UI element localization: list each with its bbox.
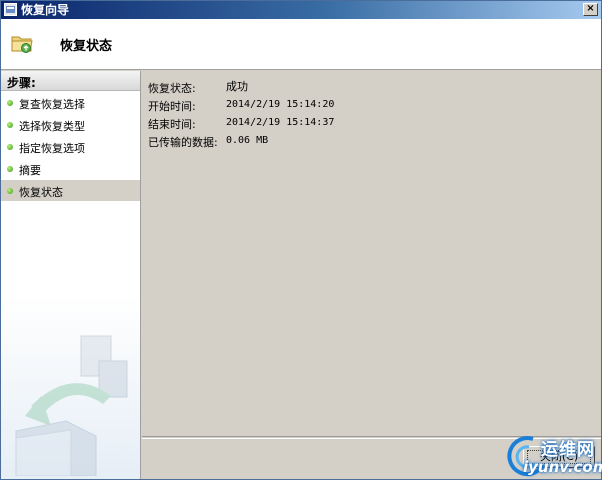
step-label: 复查恢复选择 [19, 98, 85, 111]
detail-key: 结束时间: [148, 118, 196, 131]
detail-value: 2014/2/19 15:14:37 [226, 117, 335, 128]
close-icon: × [586, 3, 595, 14]
folder-restore-icon [11, 36, 33, 53]
step-item-summary[interactable]: 摘要 [1, 158, 140, 179]
wizard-app-icon [4, 3, 17, 16]
step-label: 指定恢复选项 [19, 142, 85, 155]
wizard-header: 恢复状态 [1, 19, 601, 70]
step-current-icon [7, 188, 13, 194]
close-window-button[interactable]: × [583, 3, 598, 16]
detail-value: 0.06 MB [226, 135, 269, 146]
restore-watermark-illustration [15, 335, 128, 476]
step-label: 选择恢复类型 [19, 120, 85, 133]
step-item-restore-options[interactable]: 指定恢复选项 [1, 136, 140, 157]
step-item-restore-type[interactable]: 选择恢复类型 [1, 114, 140, 135]
steps-sidebar: 步骤: 复查恢复选择 选择恢复类型 指定恢复选项 摘要 恢复状态 [1, 71, 141, 479]
status-details-panel: 恢复状态: 成功 开始时间: 2014/2/19 15:14:20 结束时间: … [142, 71, 601, 437]
wizard-footer: 关闭(C) [142, 438, 601, 479]
step-done-icon [7, 122, 13, 128]
step-label: 摘要 [19, 164, 41, 177]
step-done-icon [7, 166, 13, 172]
close-button[interactable]: 关闭(C) [523, 446, 595, 468]
step-label: 恢复状态 [19, 186, 63, 199]
detail-value: 2014/2/19 15:14:20 [226, 99, 335, 110]
detail-key: 恢复状态: [148, 82, 196, 95]
title-bar[interactable]: 恢复向导 × [1, 1, 601, 19]
step-done-icon [7, 144, 13, 150]
restore-wizard-window: 恢复向导 × 恢复状态 步骤: 复查恢复选择 选择恢复类型 指定恢复选项 摘要 … [0, 0, 602, 480]
page-title: 恢复状态 [60, 39, 113, 54]
step-item-restore-status[interactable]: 恢复状态 [1, 180, 140, 201]
detail-key: 已传输的数据: [148, 136, 218, 149]
window-title: 恢复向导 [21, 3, 70, 17]
detail-value: 成功 [226, 80, 248, 93]
step-item-review-selection[interactable]: 复查恢复选择 [1, 92, 140, 113]
step-done-icon [7, 100, 13, 106]
detail-key: 开始时间: [148, 100, 196, 113]
steps-heading: 步骤: [1, 71, 140, 91]
